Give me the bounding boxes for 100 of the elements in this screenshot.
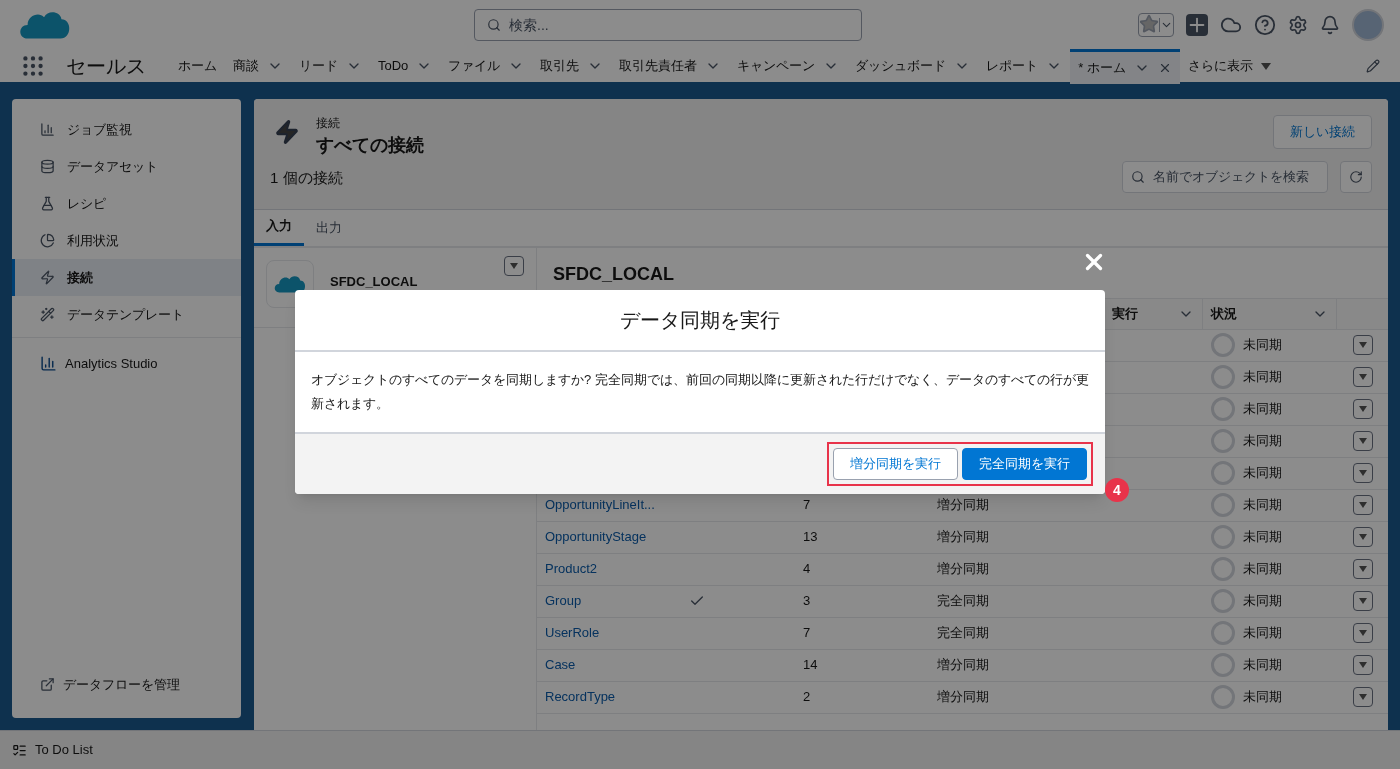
nav-tab[interactable]: ホーム [170,48,225,84]
sidebar-item[interactable]: データアセット [12,148,241,185]
status-ring-icon [1211,365,1235,389]
more-tabs-button[interactable]: さらに表示 [1180,56,1280,76]
status-ring-icon [1211,525,1235,549]
nav-tab[interactable]: ダッシュボード [847,48,979,84]
manage-dataflow-link[interactable]: データフローを管理 [12,674,241,706]
column-header[interactable]: 状況 [1203,298,1337,329]
list-icon [12,742,27,758]
row-menu-button[interactable] [1352,463,1373,483]
new-connection-button[interactable]: 新しい接続 [1273,115,1372,149]
connection-count: 1 個の接続 [270,168,344,188]
table-cell-text: 未同期 [1243,400,1282,419]
sidebar-item[interactable]: Analytics Studio [12,354,241,374]
search-icon [487,18,501,32]
nav-tab[interactable]: キャンペーン [729,48,848,84]
object-link[interactable]: OpportunityLineIt... [545,497,655,513]
nav-tab[interactable]: 商談 [225,48,291,84]
lightning-icon [274,119,300,145]
nav-tab[interactable]: ファイル [440,48,533,84]
row-menu-button[interactable] [504,255,524,276]
sidebar-item[interactable]: 接続 [12,259,241,296]
help-icon[interactable] [1254,14,1276,36]
nav-tab[interactable]: リード [291,48,370,84]
row-menu-button[interactable] [1352,591,1373,611]
table-cell-text: 未同期 [1243,656,1282,675]
nav-tab[interactable]: ToDo [370,48,441,84]
table-cell: 3 [803,593,811,609]
row-menu-button[interactable] [1352,495,1373,515]
external-link-icon [40,676,55,692]
nav-tab[interactable]: 取引先責任者 [611,48,730,84]
object-link[interactable]: RecordType [545,689,616,705]
status-ring-icon [1211,557,1235,581]
nav-tab[interactable]: レポート [978,48,1071,84]
tab[interactable]: 出力 [304,209,354,246]
favorite-button[interactable] [1138,13,1174,37]
status-ring-icon [1211,653,1235,677]
row-menu-button[interactable] [1352,399,1373,419]
status-ring-icon [1211,397,1235,421]
table-cell: 14 [803,657,818,673]
search-field[interactable]: 検索... [474,9,862,41]
refresh-button[interactable] [1340,160,1372,193]
table-cell: 13 [803,529,818,545]
full-sync-button[interactable]: 完全同期を実行 [962,448,1087,480]
incremental-sync-button[interactable]: 増分同期を実行 [833,448,958,480]
table-cell-text: 未同期 [1243,528,1282,547]
edit-icon[interactable] [1366,59,1380,73]
table-cell: 完全同期 [937,593,989,609]
row-menu-button[interactable] [1352,367,1373,387]
bar-chart-icon [40,122,55,137]
table-cell-text: 未同期 [1243,336,1282,355]
row-menu-button[interactable] [1352,431,1373,451]
status-ring-icon [1211,461,1235,485]
caret-icon [1159,18,1173,32]
nav-tab[interactable]: 取引先 [532,48,612,84]
object-link[interactable]: Group [545,593,582,609]
sidebar-item[interactable]: データテンプレート [12,296,241,333]
app-name: セールス [66,54,146,79]
object-link[interactable]: OpportunityStage [545,529,647,545]
table-cell-text: 未同期 [1243,368,1282,387]
tab[interactable]: 入力 [254,209,304,246]
caret-icon [1358,630,1367,636]
row-menu-button[interactable] [1352,687,1373,707]
sidebar-item[interactable]: ジョブ監視 [12,111,241,148]
app-launcher-icon[interactable] [20,53,46,79]
status-ring-icon [1211,685,1235,709]
search-icon [1131,169,1145,184]
connection-name: SFDC_LOCAL [330,272,418,291]
page-title: すべての接続 [316,134,424,157]
lightning-icon [40,270,55,285]
row-menu-button[interactable] [1352,655,1373,675]
caret-icon [1358,438,1367,444]
star-icon [1139,14,1159,34]
row-menu-button[interactable] [1352,559,1373,579]
bar-chart-icon [40,355,57,373]
bell-icon[interactable] [1320,15,1340,35]
object-search-field[interactable]: 名前でオブジェクトを検索 [1122,160,1328,193]
row-menu-button[interactable] [1352,527,1373,547]
caret-icon [1261,62,1272,70]
object-link[interactable]: UserRole [545,625,600,641]
object-link[interactable]: Product2 [545,561,598,577]
row-menu-button[interactable] [1352,335,1373,355]
sidebar-item[interactable]: 利用状況 [12,222,241,259]
table-cell: 7 [803,497,811,513]
sidebar-item[interactable]: レシピ [12,185,241,222]
table-cell-text: 未同期 [1243,688,1282,707]
settings-icon[interactable] [1288,15,1308,35]
table-cell-text: 未同期 [1243,464,1282,483]
object-link[interactable]: Case [545,657,576,673]
status-ring-icon [1211,493,1235,517]
footer-utility-item[interactable]: To Do List [35,740,93,760]
table-cell: 2 [803,689,811,705]
status-ring-icon [1211,589,1235,613]
status-ring-icon [1211,429,1235,453]
wand-icon [40,307,55,322]
caret-icon [1358,598,1367,604]
add-icon[interactable] [1186,14,1208,36]
nav-tab[interactable]: * ホーム [1070,48,1181,84]
caret-icon [1358,566,1367,572]
row-menu-button[interactable] [1352,623,1373,643]
